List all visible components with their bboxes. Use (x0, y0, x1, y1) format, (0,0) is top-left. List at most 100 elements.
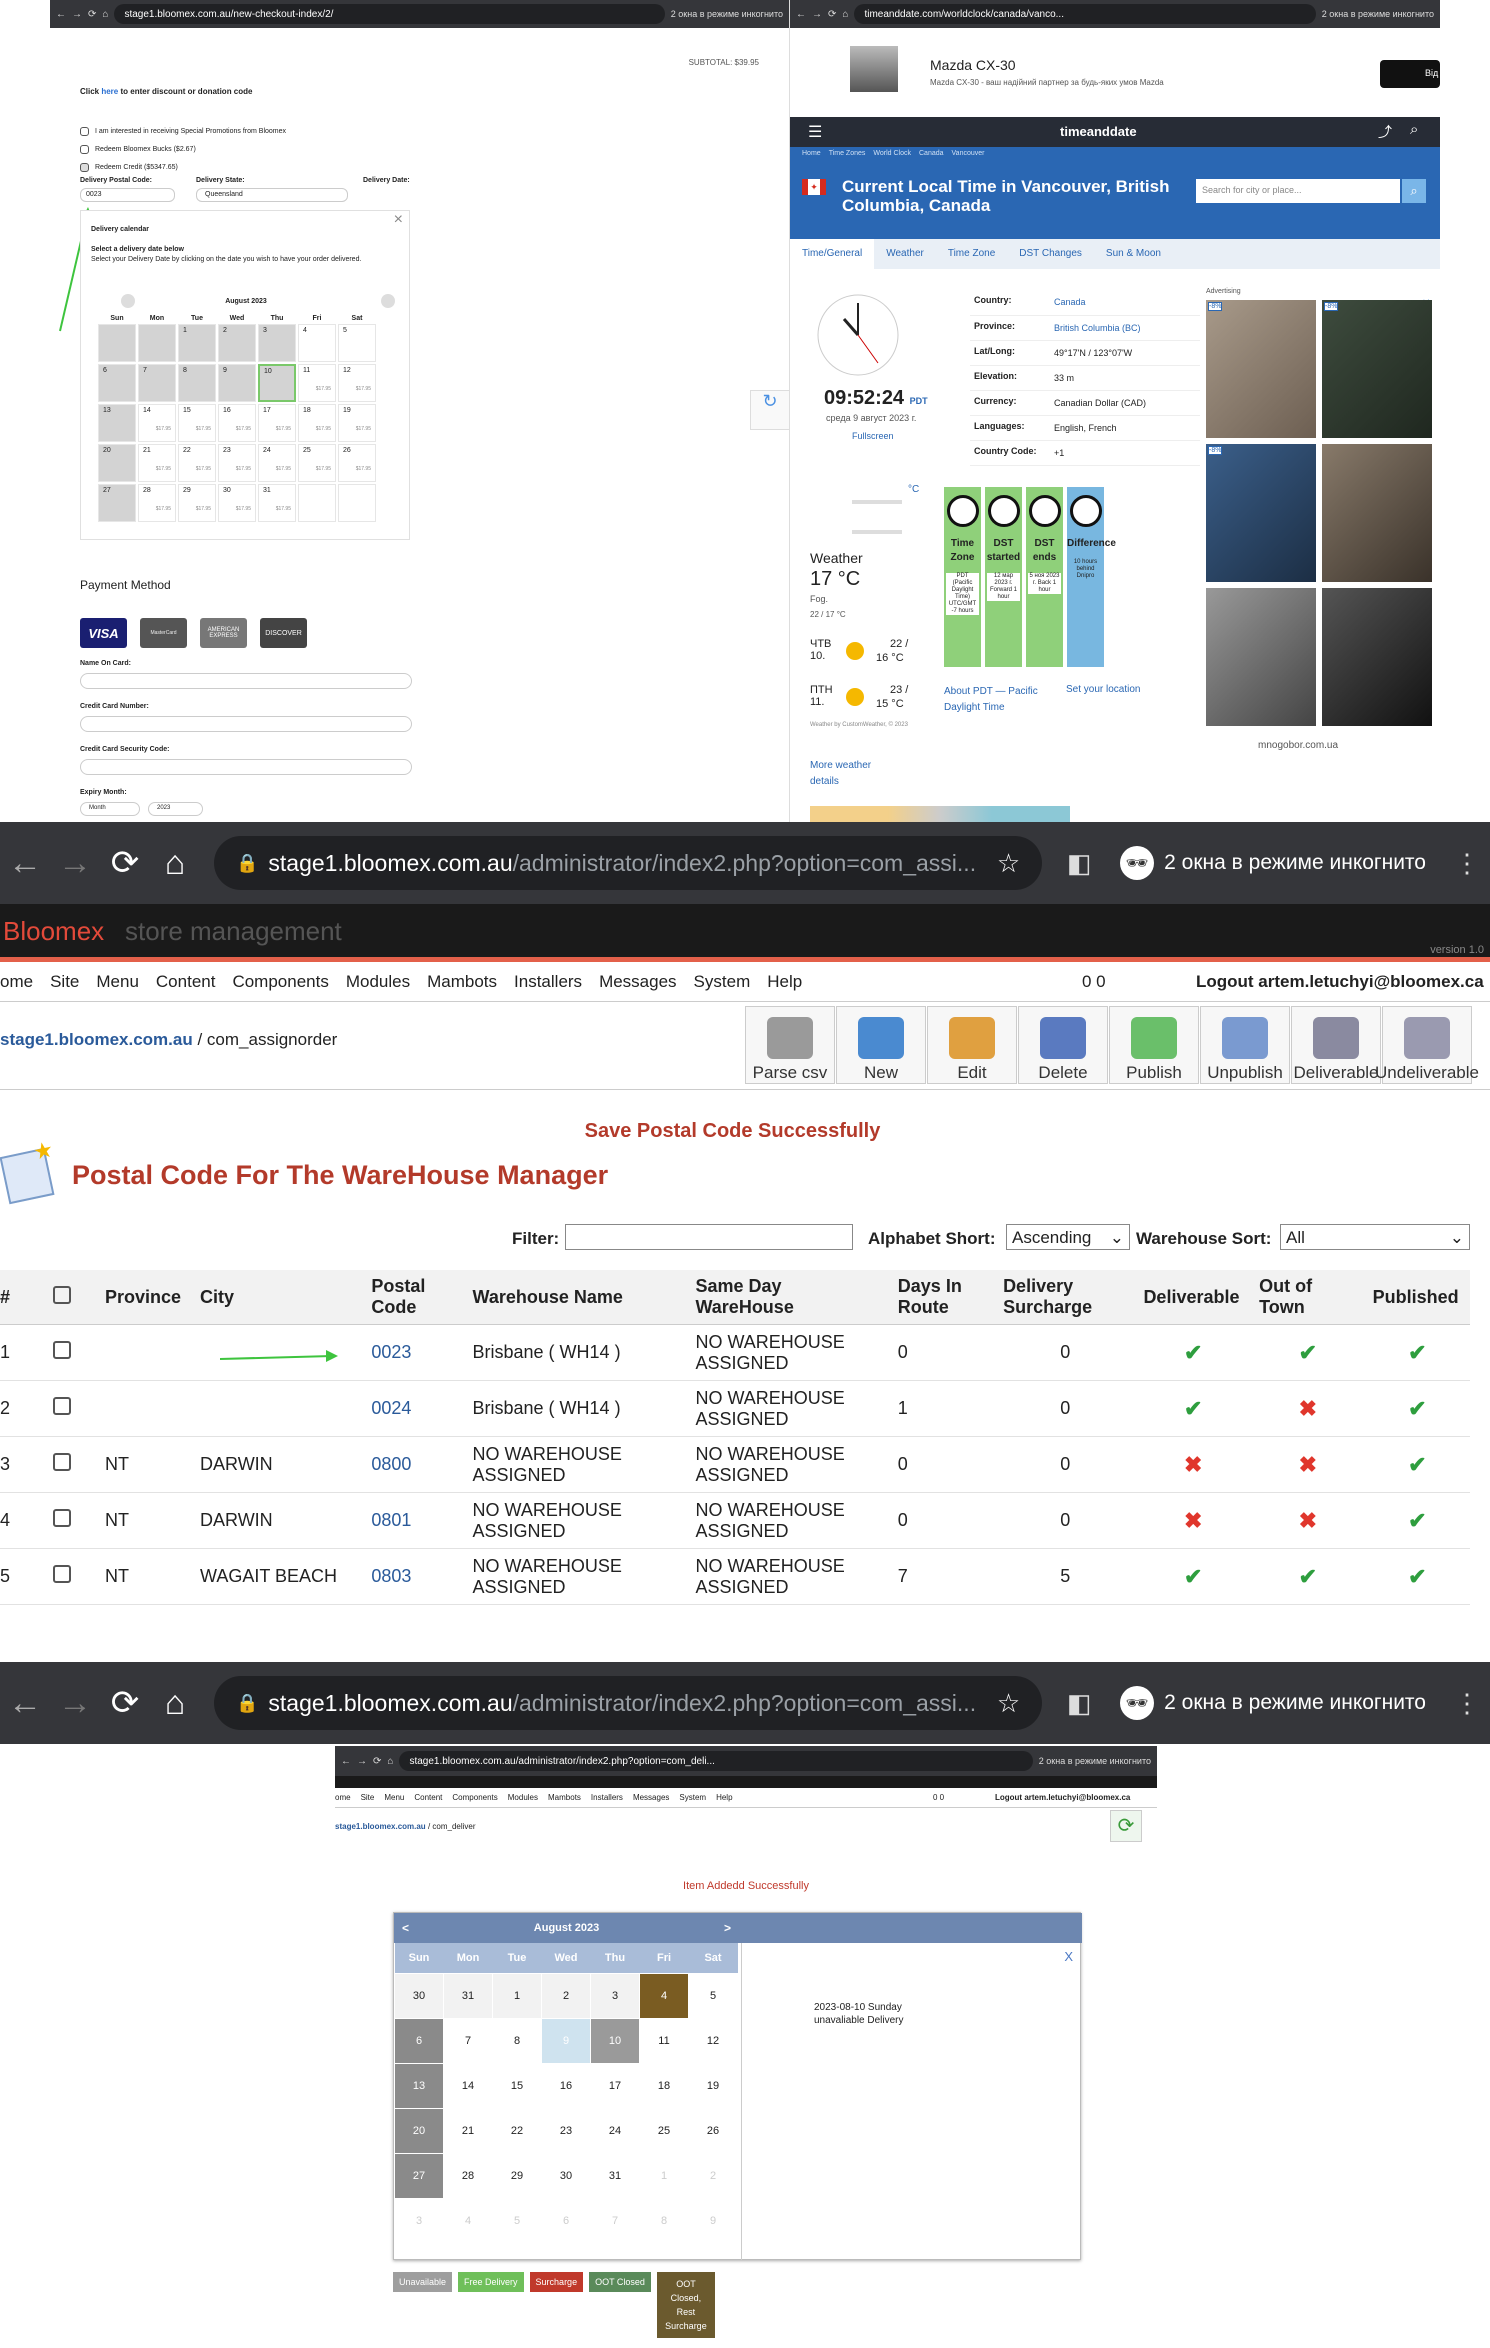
calendar-day[interactable]: 7 (138, 364, 176, 402)
calendar-day[interactable]: 7 (590, 2197, 640, 2244)
out-of-town-cell[interactable]: ✖ (1251, 1380, 1365, 1437)
menu-item[interactable]: Modules (346, 972, 410, 992)
calendar-day[interactable]: 18 (639, 2062, 689, 2109)
row-checkbox[interactable] (45, 1380, 98, 1437)
calendar-day[interactable]: 8 (178, 364, 216, 402)
calendar-day[interactable]: 2 (541, 1972, 591, 2019)
ad-domain[interactable]: mnogobor.com.ua (1258, 740, 1338, 751)
calendar-day[interactable]: 15 (492, 2062, 542, 2109)
city-search-button[interactable]: ⌕ (1402, 179, 1426, 203)
deliverable-cell[interactable]: ✖ (1135, 1436, 1252, 1493)
calendar-day[interactable]: 14 (443, 2062, 493, 2109)
menu-item[interactable]: Modules (508, 1793, 538, 1802)
menu-item[interactable]: Help (716, 1793, 732, 1802)
calendar-day[interactable]: 6 (394, 2017, 444, 2064)
calendar-day[interactable]: 17 (590, 2062, 640, 2109)
published-cell[interactable]: ✔ (1364, 1492, 1470, 1549)
search-icon[interactable]: ⌕ (1410, 121, 1418, 138)
logout-link[interactable]: Logout artem.letuchyi@bloomex.ca (1196, 972, 1484, 992)
bucks-option[interactable]: Redeem Bloomex Bucks ($2.67) (80, 140, 286, 158)
calendar-day[interactable]: 21 $17.95 (138, 444, 176, 482)
calendar-day[interactable]: 11 $17.95 (298, 364, 336, 402)
calendar-day[interactable]: 30 $17.95 (218, 484, 256, 522)
row-checkbox[interactable] (45, 1548, 98, 1605)
breadcrumb-link[interactable]: stage1.bloomex.com.au (335, 1822, 426, 1831)
menu-item[interactable]: Components (232, 972, 328, 992)
calendar-day[interactable]: 6 (98, 364, 136, 402)
share-icon[interactable]: ⤴ (1378, 122, 1392, 142)
calendar-day[interactable]: 5 (688, 1972, 738, 2019)
calendar-day[interactable]: 12 $17.95 (338, 364, 376, 402)
expiry-month-select[interactable]: Month (80, 802, 140, 816)
row-checkbox[interactable] (45, 1324, 98, 1381)
menu-item[interactable]: Messages (633, 1793, 669, 1802)
published-cell[interactable]: ✔ (1364, 1380, 1470, 1437)
calendar-day[interactable]: 28 (443, 2152, 493, 2199)
postal-code-link[interactable]: 0023 (363, 1324, 465, 1381)
calendar-day[interactable]: 19 (688, 2062, 738, 2109)
calendar-day[interactable]: 31 (443, 1972, 493, 2019)
tz-card[interactable]: DST started 12 мар 2023 г. Forward 1 hour (985, 487, 1022, 667)
reload-icon[interactable]: ⟳ (828, 9, 836, 20)
calendar-day[interactable]: 29 $17.95 (178, 484, 216, 522)
home-icon[interactable]: ⌂ (842, 9, 848, 20)
calendar-day[interactable]: 29 (492, 2152, 542, 2199)
deliverable-cell[interactable]: ✔ (1135, 1548, 1252, 1605)
published-cell[interactable]: ✔ (1364, 1548, 1470, 1605)
calendar-day[interactable]: 1 (492, 1972, 542, 2019)
calendar-day[interactable]: 30 (394, 1972, 444, 2019)
row-checkbox[interactable] (45, 1492, 98, 1549)
postal-code-link[interactable]: 0024 (363, 1380, 465, 1437)
menu-item[interactable]: System (694, 972, 751, 992)
calendar-day[interactable]: 16 (541, 2062, 591, 2109)
calendar-day[interactable]: 2 (218, 324, 256, 362)
calendar-day[interactable]: 25 (639, 2107, 689, 2154)
new-button[interactable]: New (836, 1006, 926, 1084)
calendar-day[interactable]: 21 (443, 2107, 493, 2154)
tad-logo[interactable]: timeanddate (1060, 124, 1137, 139)
forward-icon[interactable]: → (357, 1756, 367, 1767)
info-close-button[interactable]: X (1064, 1949, 1073, 1964)
deliverable-cell[interactable]: ✔ (1135, 1324, 1252, 1381)
row-checkbox[interactable] (45, 1436, 98, 1493)
deliverable-cell[interactable]: ✖ (1135, 1492, 1252, 1549)
calendar-day[interactable]: 12 (688, 2017, 738, 2064)
tab-time-zone[interactable]: Time Zone (936, 239, 1007, 269)
kebab-menu-icon[interactable]: ⋮ (1444, 848, 1490, 879)
calendar-day[interactable]: 3 (394, 2197, 444, 2244)
calendar-day[interactable]: 10 (590, 2017, 640, 2064)
calendar-day[interactable]: 9 (688, 2197, 738, 2244)
back-icon[interactable]: ← (56, 9, 66, 20)
logout-link[interactable]: Logout artem.letuchyi@bloomex.ca (995, 1793, 1130, 1802)
reload-icon[interactable]: ⟳ (373, 1756, 381, 1767)
menu-item[interactable]: ome (0, 972, 33, 992)
breadcrumb-link[interactable]: stage1.bloomex.com.au (0, 1030, 193, 1049)
menu-item[interactable]: Help (767, 972, 802, 992)
star-icon[interactable]: ☆ (997, 848, 1020, 879)
calendar-day[interactable]: 27 (394, 2152, 444, 2199)
calendar-day[interactable] (138, 324, 176, 362)
expiry-year-select[interactable]: 2023 (148, 802, 203, 816)
menu-item[interactable]: Content (414, 1793, 442, 1802)
deliverable-cell[interactable]: ✔ (1135, 1380, 1252, 1437)
sort-select[interactable]: Ascending ⌄ (1006, 1224, 1130, 1250)
more-weather-link[interactable]: More weather details (810, 758, 900, 790)
address-bar[interactable]: stage1.bloomex.com.au/new-checkout-index… (114, 4, 665, 24)
promo-option[interactable]: I am interested in receiving Special Pro… (80, 122, 286, 140)
sidepanel-icon[interactable]: ◧ (1056, 848, 1102, 879)
reload-icon[interactable]: ⟳ (88, 9, 96, 20)
unpublish-button[interactable]: Unpublish (1200, 1006, 1290, 1084)
back-icon[interactable]: ← (0, 844, 50, 883)
address-bar[interactable]: 🔒 stage1.bloomex.com.au/administrator/ind… (214, 1676, 1043, 1730)
calendar-day[interactable]: 24 (590, 2107, 640, 2154)
menu-item[interactable]: Site (50, 972, 79, 992)
calendar-day[interactable]: 30 (541, 2152, 591, 2199)
address-bar[interactable]: 🔒 stage1.bloomex.com.au/administrator/ind… (214, 836, 1043, 890)
calendar-day[interactable]: 14 $17.95 (138, 404, 176, 442)
calendar-day[interactable]: 15 $17.95 (178, 404, 216, 442)
calendar-day[interactable] (338, 484, 376, 522)
calendar-day[interactable]: 20 (394, 2107, 444, 2154)
postal-code-link[interactable]: 0803 (363, 1548, 465, 1605)
postal-input[interactable]: 0023 (80, 188, 175, 202)
kebab-menu-icon[interactable]: ⋮ (1444, 1688, 1490, 1719)
